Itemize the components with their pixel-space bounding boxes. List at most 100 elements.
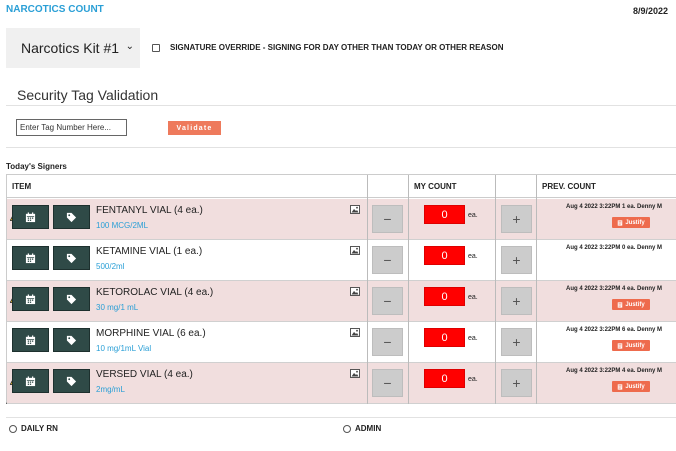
kit-select[interactable]: Narcotics Kit #1 ⌄ (6, 28, 140, 68)
header-prev-count: PREV. COUNT (542, 182, 596, 191)
daily-rn-label: DAILY RN (21, 424, 58, 433)
tags-button[interactable] (53, 246, 90, 270)
drug-name: KETAMINE VIAL (1 ea.) (96, 246, 203, 257)
tags-button[interactable] (53, 328, 90, 352)
column-divider (367, 175, 368, 404)
decrement-button[interactable]: − (372, 369, 403, 397)
increment-button[interactable]: + (501, 205, 532, 233)
calendar-button[interactable] (12, 246, 49, 270)
justify-label: Justify (625, 219, 645, 226)
table-row: KETOROLAC VIAL (4 ea.) 30 mg/1 mL − 0 ea. + Au… (7, 281, 676, 322)
override-checkbox[interactable] (152, 43, 160, 52)
admin-label: ADMIN (355, 424, 382, 433)
divider (6, 417, 676, 418)
current-date: 8/9/2022 (632, 6, 668, 16)
count-unit: ea. (468, 335, 478, 342)
count-value[interactable]: 0 (424, 328, 465, 347)
drug-name: KETOROLAC VIAL (4 ea.) (96, 287, 214, 298)
count-value[interactable]: 0 (424, 205, 465, 224)
decrement-button[interactable]: − (372, 328, 403, 356)
todays-signers-label: Today's Signers (6, 162, 67, 171)
security-title: Security Tag Validation (17, 87, 159, 103)
previous-count: Aug 4 2022 3:22PM 0 ea. Denny M (566, 245, 663, 251)
document-icon (618, 219, 623, 226)
previous-count: Aug 4 2022 3:22PM 6 ea. Denny M (566, 327, 663, 333)
document-icon (618, 301, 623, 308)
drug-concentration[interactable]: 30 mg/1 mL (96, 303, 138, 312)
calendar-button[interactable] (12, 369, 49, 393)
increment-button[interactable]: + (501, 287, 532, 315)
validate-button[interactable]: Validate (168, 121, 221, 135)
decrement-button[interactable]: − (372, 246, 403, 274)
daily-rn-radio[interactable]: DAILY RN (9, 424, 58, 433)
override-label: SIGNATURE OVERRIDE - SIGNING FOR DAY OTH… (170, 43, 504, 52)
calendar-button[interactable] (12, 328, 49, 352)
document-icon (618, 383, 623, 390)
calendar-icon (25, 334, 36, 345)
drug-name: FENTANYL VIAL (4 ea.) (96, 205, 203, 216)
justify-button[interactable]: Justify (612, 299, 650, 310)
radio-circle[interactable] (343, 424, 351, 433)
drug-name: MORPHINE VIAL (6 ea.) (96, 328, 206, 339)
count-value[interactable]: 0 (424, 246, 465, 265)
drug-concentration[interactable]: 10 mg/1mL Vial (96, 344, 151, 353)
decrement-button[interactable]: − (372, 287, 403, 315)
calendar-button[interactable] (12, 205, 49, 229)
drug-concentration[interactable]: 100 MCG/2ML (96, 221, 148, 230)
document-icon (618, 342, 623, 349)
image-icon[interactable] (350, 205, 360, 214)
kit-select-value: Narcotics Kit #1 (21, 40, 120, 56)
count-value[interactable]: 0 (424, 369, 465, 388)
increment-button[interactable]: + (501, 246, 532, 274)
count-value[interactable]: 0 (424, 287, 465, 306)
previous-count: Aug 4 2022 3:22PM 1 ea. Denny M (566, 204, 663, 210)
tags-icon (66, 294, 77, 304)
tags-button[interactable] (53, 369, 90, 393)
increment-button[interactable]: + (501, 369, 532, 397)
narcotics-table: ITEM MY COUNT PREV. COUNT FENTANYL VIAL … (6, 174, 676, 404)
justify-button[interactable]: Justify (612, 340, 650, 351)
decrement-button[interactable]: − (372, 205, 403, 233)
image-icon[interactable] (350, 328, 360, 337)
header-item: ITEM (12, 182, 32, 191)
count-unit: ea. (468, 212, 478, 219)
tags-icon (66, 376, 77, 386)
admin-radio[interactable]: ADMIN (343, 424, 381, 433)
divider (6, 147, 676, 148)
image-icon[interactable] (350, 246, 360, 255)
count-unit: ea. (468, 376, 478, 383)
drug-name: VERSED VIAL (4 ea.) (96, 369, 193, 380)
increment-button[interactable]: + (501, 328, 532, 356)
drug-concentration[interactable]: 2mg/mL (96, 385, 125, 394)
column-divider (495, 175, 496, 404)
tags-icon (66, 253, 77, 263)
justify-label: Justify (625, 301, 645, 308)
tags-icon (66, 335, 77, 345)
justify-button[interactable]: Justify (612, 381, 650, 392)
calendar-icon (25, 293, 36, 304)
divider (6, 105, 676, 106)
image-icon[interactable] (350, 369, 360, 378)
chevron-down-icon: ⌄ (125, 41, 134, 52)
signature-override[interactable]: SIGNATURE OVERRIDE - SIGNING FOR DAY OTH… (152, 43, 504, 52)
justify-button[interactable]: Justify (612, 217, 650, 228)
justify-label: Justify (625, 342, 645, 349)
calendar-icon (25, 375, 36, 386)
header-my-count: MY COUNT (414, 182, 457, 191)
radio-circle[interactable] (9, 424, 17, 433)
table-row: VERSED VIAL (4 ea.) 2mg/mL − 0 ea. + Aug 4 202… (7, 363, 676, 404)
count-unit: ea. (468, 253, 478, 260)
calendar-button[interactable] (12, 287, 49, 311)
table-row: MORPHINE VIAL (6 ea.) 10 mg/1mL Vial − 0 ea.… (7, 322, 676, 363)
table-header: ITEM MY COUNT PREV. COUNT (7, 175, 676, 198)
tag-number-input[interactable] (16, 119, 127, 136)
tags-button[interactable] (53, 287, 90, 311)
table-row: FENTANYL VIAL (4 ea.) 100 MCG/2ML − 0 ea. + Au… (7, 199, 676, 240)
app-title: NARCOTICS COUNT (6, 4, 104, 15)
image-icon[interactable] (350, 287, 360, 296)
table-row: KETAMINE VIAL (1 ea.) 500/2ml − 0 ea. + Aug 4 … (7, 240, 676, 281)
tags-button[interactable] (53, 205, 90, 229)
calendar-icon (25, 211, 36, 222)
justify-label: Justify (625, 383, 645, 390)
drug-concentration[interactable]: 500/2ml (96, 262, 124, 271)
